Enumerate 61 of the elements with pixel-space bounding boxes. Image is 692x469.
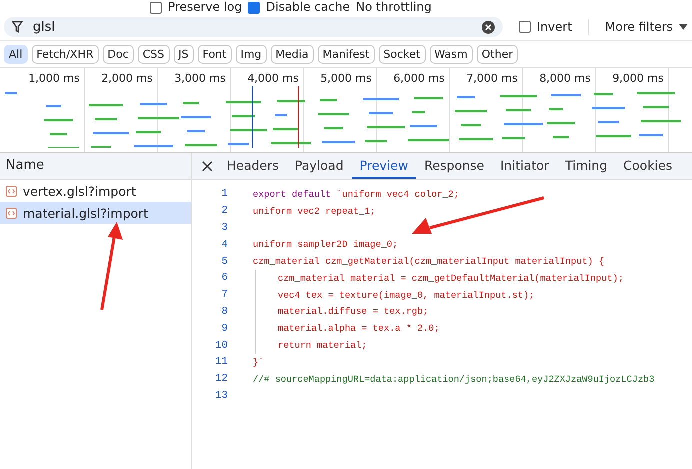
filter-icon bbox=[12, 21, 23, 33]
line-number: 4 bbox=[220, 238, 229, 251]
type-filter-chip[interactable]: Socket bbox=[378, 44, 426, 64]
name-column-header: Name bbox=[0, 153, 191, 180]
code-line: export default `uniform vec4 color_2; bbox=[253, 188, 460, 200]
line-number: 1 bbox=[220, 188, 229, 200]
line-number: 11 bbox=[214, 356, 229, 368]
type-filter-chip[interactable]: Other bbox=[476, 44, 518, 64]
more-filters-dropdown[interactable]: More filters bbox=[605, 20, 674, 34]
invert-label: Invert bbox=[537, 20, 572, 34]
panel-tab[interactable]: Timing bbox=[557, 153, 616, 179]
line-number: 12 bbox=[214, 373, 229, 386]
line-number: 9 bbox=[220, 322, 229, 335]
line-number: 10 bbox=[214, 340, 229, 352]
code-line: }` bbox=[253, 356, 264, 368]
file-code-icon bbox=[6, 208, 17, 218]
panel-tab[interactable]: Cookies bbox=[616, 153, 680, 179]
type-filter-chip[interactable]: Doc bbox=[102, 44, 134, 64]
type-filter-chip[interactable]: Img bbox=[236, 44, 267, 64]
line-number: 8 bbox=[220, 306, 229, 318]
code-line: czm_material czm_getMaterial(czm_materialInput materialInput) { bbox=[253, 256, 604, 268]
line-number: 7 bbox=[220, 289, 229, 302]
code-line: material.diffuse = tex.rgb; bbox=[278, 306, 429, 318]
clear-icon[interactable] bbox=[482, 20, 495, 34]
close-icon[interactable] bbox=[202, 160, 213, 172]
invert-checkbox[interactable] bbox=[519, 21, 531, 33]
code-line: return material; bbox=[278, 340, 368, 352]
type-filter-chip[interactable]: Media bbox=[270, 44, 314, 64]
preserve-log-checkbox[interactable] bbox=[150, 2, 162, 14]
type-filter-chip[interactable]: Font bbox=[198, 44, 232, 64]
line-number: 5 bbox=[220, 256, 229, 268]
code-line: material.alpha = tex.a * 2.0; bbox=[278, 323, 440, 334]
type-filter-chip[interactable]: Manifest bbox=[318, 44, 375, 64]
request-row[interactable]: vertex.glsl?import bbox=[0, 180, 191, 202]
code-line: uniform sampler2D image_0; bbox=[253, 239, 398, 250]
line-number: 13 bbox=[214, 390, 229, 402]
code-line: vec4 tex = texture(image_0, materialInput.st); bbox=[278, 290, 535, 301]
type-filter-chip[interactable]: Wasm bbox=[430, 44, 473, 64]
code-line: //# sourceMappingURL=data:application/json;base64,eyJ2ZXJzaW9uIjozLCJzb3 bbox=[253, 374, 655, 385]
disable-cache-checkbox[interactable] bbox=[248, 2, 260, 14]
code-line: uniform vec2 repeat_1; bbox=[253, 206, 376, 217]
throttling-dropdown[interactable]: No throttling bbox=[356, 0, 432, 14]
type-filter-chip[interactable]: All bbox=[4, 44, 28, 64]
panel-tab[interactable]: Headers bbox=[219, 153, 288, 179]
caret-icon bbox=[679, 24, 688, 30]
line-number: 2 bbox=[220, 205, 229, 218]
panel-tab[interactable]: Preview bbox=[352, 153, 416, 179]
type-filter-chip[interactable]: JS bbox=[174, 44, 194, 64]
line-number: 3 bbox=[220, 222, 229, 234]
preserve-log-label: Preserve log bbox=[168, 0, 242, 14]
request-row[interactable]: material.glsl?import bbox=[0, 202, 191, 224]
filter-field[interactable]: glsl bbox=[4, 17, 503, 37]
line-number: 6 bbox=[220, 272, 229, 284]
disable-cache-label: Disable cache bbox=[266, 0, 350, 14]
panel-tab[interactable]: Initiator bbox=[492, 153, 558, 179]
file-code-icon bbox=[6, 186, 17, 196]
type-filter-chip[interactable]: Fetch/XHR bbox=[32, 44, 99, 64]
panel-tab[interactable]: Response bbox=[416, 153, 492, 179]
type-filter-chip[interactable]: CSS bbox=[138, 44, 170, 64]
code-line: czm_material material = czm_getDefaultMaterial(materialInput); bbox=[278, 272, 624, 284]
panel-tab[interactable]: Payload bbox=[287, 153, 352, 179]
